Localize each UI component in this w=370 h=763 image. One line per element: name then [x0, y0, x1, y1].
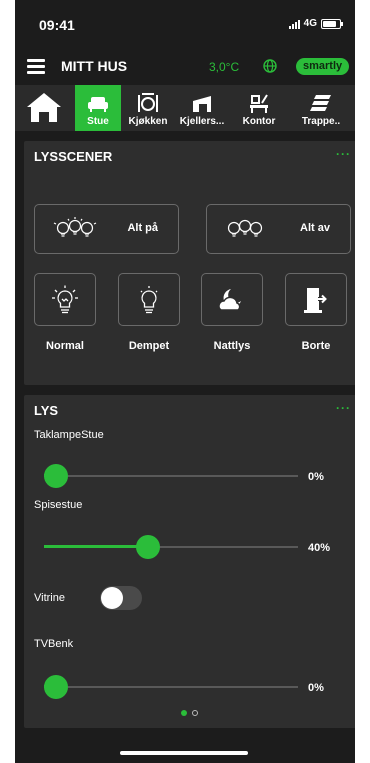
scene-borte-button[interactable] [285, 273, 347, 326]
all-off-button[interactable]: Alt av [206, 204, 351, 254]
status-bar: 09:41 4G [15, 0, 355, 52]
dining-icon [138, 93, 158, 112]
phone-screen: 09:41 4G MITT HUS 3,0°C smartly Stue Kjø… [15, 0, 355, 763]
door-exit-icon [304, 287, 327, 313]
page-dot[interactable] [192, 710, 198, 716]
tab-label: Kjøkken [128, 116, 168, 127]
menu-icon[interactable] [27, 59, 45, 74]
lights-card: LYS ··· TaklampeStue 0% Spisestue 40% Vi… [24, 395, 355, 728]
home-icon [27, 92, 61, 122]
tab-stue[interactable]: Stue [75, 85, 121, 131]
dimmer-slider[interactable] [44, 464, 298, 488]
all-on-label: Alt på [127, 222, 158, 234]
slider-value: 0% [308, 682, 324, 694]
scene-nattlys-label: Nattlys [213, 340, 251, 352]
battery-icon [321, 18, 343, 29]
slider-thumb[interactable] [136, 535, 160, 559]
globe-icon[interactable] [263, 59, 277, 73]
slider-track [44, 475, 298, 477]
slider-fill [44, 545, 148, 548]
slider-thumb[interactable] [44, 464, 68, 488]
brand-badge: smartly [296, 58, 350, 75]
signal-icon [288, 19, 300, 29]
tab-kjokken[interactable]: Kjøkken [123, 85, 173, 131]
lights-more-button[interactable]: ··· [336, 401, 351, 415]
status-indicators: 4G [288, 18, 343, 29]
light-name: Spisestue [34, 499, 83, 511]
vitrine-toggle[interactable] [100, 586, 142, 610]
dimmer-slider[interactable] [44, 535, 298, 559]
light-name: TVBenk [34, 638, 74, 650]
dimmer-slider[interactable] [44, 675, 298, 699]
tab-label: Kjellers... [179, 116, 225, 127]
network-label: 4G [303, 18, 317, 29]
bulbs-off-icon [227, 219, 263, 237]
scene-normal-button[interactable] [34, 273, 96, 326]
tab-label: Trappe.. [301, 116, 341, 127]
scene-nattlys-button[interactable] [201, 273, 263, 326]
tab-kontor[interactable]: Kontor [233, 85, 285, 131]
slider-track [44, 686, 298, 688]
app-header: MITT HUS 3,0°C smartly [15, 54, 355, 80]
slider-value: 0% [308, 471, 324, 483]
sofa-icon [88, 97, 108, 112]
bulbs-on-icon [53, 217, 97, 237]
toggle-knob [101, 587, 123, 609]
tab-trapp[interactable]: Trappe.. [289, 85, 353, 131]
room-tabs: Stue Kjøkken Kjellers... Kontor Trappe.. [15, 85, 355, 131]
scenes-title: LYSSCENER [34, 149, 113, 164]
scene-dempet-label: Dempet [128, 340, 170, 352]
scene-normal-label: Normal [46, 340, 84, 352]
tab-label: Stue [87, 116, 109, 127]
scene-borte-label: Borte [301, 340, 331, 352]
house-title[interactable]: MITT HUS [61, 58, 127, 74]
lights-title: LYS [34, 403, 59, 418]
scenes-more-button[interactable]: ··· [336, 147, 351, 161]
all-on-button[interactable]: Alt på [34, 204, 179, 254]
tab-home[interactable] [15, 85, 73, 131]
basement-icon [193, 96, 211, 112]
scene-dempet-button[interactable] [118, 273, 180, 326]
slider-value: 40% [308, 542, 331, 554]
slider-thumb[interactable] [44, 675, 68, 699]
desk-icon [250, 94, 268, 113]
tab-kjellerstue[interactable]: Kjellers... [175, 85, 229, 131]
dim-lightbulb-icon [140, 285, 158, 313]
light-name: TaklampeStue [34, 429, 104, 441]
home-indicator [120, 751, 248, 755]
temperature-readout: 3,0°C [209, 60, 240, 74]
all-off-label: Alt av [300, 222, 330, 234]
scenes-card: LYSSCENER ··· Alt på Alt av Normal Dempe… [24, 141, 355, 385]
lightbulb-icon [52, 285, 78, 313]
stairs-icon [310, 95, 331, 111]
light-name: Vitrine [34, 592, 65, 604]
status-time: 09:41 [39, 17, 75, 33]
night-cloud-icon [218, 288, 241, 311]
page-dot-active[interactable] [181, 710, 187, 716]
tab-label: Kontor [242, 116, 276, 127]
